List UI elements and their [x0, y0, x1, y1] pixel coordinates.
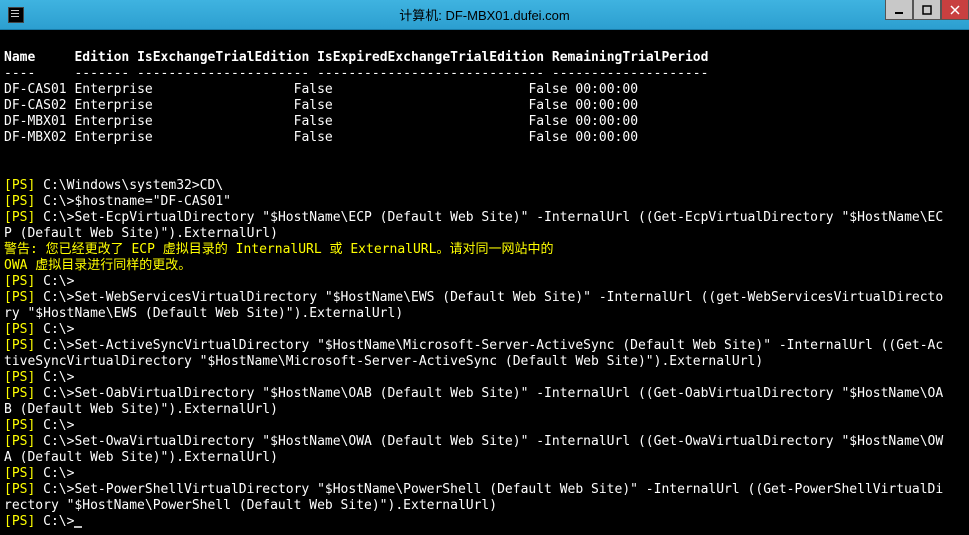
terminal-line: [PS] C:\>$hostname="DF-CAS01" — [4, 194, 231, 209]
terminal-line: [PS] C:\>Set-WebServicesVirtualDirectory… — [4, 290, 943, 305]
table-row: DF-CAS01 Enterprise False False 00:00:00 — [4, 82, 638, 97]
warning-line: OWA 虚拟目录进行同样的更改。 — [4, 258, 191, 273]
window-title: 计算机: DF-MBX01.dufei.com — [399, 5, 570, 24]
terminal-line: [PS] C:\>Set-OwaVirtualDirectory "$HostN… — [4, 434, 943, 449]
terminal-line: A (Default Web Site)").ExternalUrl) — [4, 450, 278, 465]
window-controls — [885, 0, 969, 20]
terminal-line: [PS] C:\> — [4, 370, 74, 385]
minimize-button[interactable] — [885, 0, 913, 20]
minimize-icon — [894, 5, 904, 15]
titlebar[interactable]: 计算机: DF-MBX01.dufei.com — [0, 0, 969, 30]
terminal-line: B (Default Web Site)").ExternalUrl) — [4, 402, 278, 417]
terminal-line: [PS] C:\> — [4, 466, 74, 481]
terminal-line: [PS] C:\Windows\system32>CD\ — [4, 178, 223, 193]
terminal-prompt: [PS] C:\> — [4, 514, 82, 529]
table-row: DF-MBX02 Enterprise False False 00:00:00 — [4, 130, 638, 145]
terminal-line: [PS] C:\>Set-EcpVirtualDirectory "$HostN… — [4, 210, 943, 225]
close-button[interactable] — [941, 0, 969, 20]
close-icon — [950, 5, 960, 15]
table-header: Name Edition IsExchangeTrialEdition IsEx… — [4, 50, 708, 65]
maximize-icon — [922, 5, 932, 15]
terminal-line: rectory "$HostName\PowerShell (Default W… — [4, 498, 497, 513]
app-icon — [8, 7, 24, 23]
table-row: DF-CAS02 Enterprise False False 00:00:00 — [4, 98, 638, 113]
terminal-line: [PS] C:\> — [4, 322, 74, 337]
terminal-line: [PS] C:\> — [4, 274, 74, 289]
cursor — [74, 526, 82, 528]
maximize-button[interactable] — [913, 0, 941, 20]
terminal-line: [PS] C:\>Set-PowerShellVirtualDirectory … — [4, 482, 943, 497]
terminal-line: [PS] C:\>Set-OabVirtualDirectory "$HostN… — [4, 386, 943, 401]
table-row: DF-MBX01 Enterprise False False 00:00:00 — [4, 114, 638, 129]
terminal-line: [PS] C:\>Set-ActiveSyncVirtualDirectory … — [4, 338, 943, 353]
terminal-line: ry "$HostName\EWS (Default Web Site)").E… — [4, 306, 403, 321]
warning-line: 警告: 您已经更改了 ECP 虚拟目录的 InternalURL 或 Exter… — [4, 242, 553, 257]
table-divider: ---- ------- ---------------------- ----… — [4, 66, 708, 81]
terminal-line: [PS] C:\> — [4, 418, 74, 433]
terminal-line: P (Default Web Site)").ExternalUrl) — [4, 226, 278, 241]
terminal-line: tiveSyncVirtualDirectory "$HostName\Micr… — [4, 354, 763, 369]
terminal-output[interactable]: Name Edition IsExchangeTrialEdition IsEx… — [0, 30, 969, 535]
